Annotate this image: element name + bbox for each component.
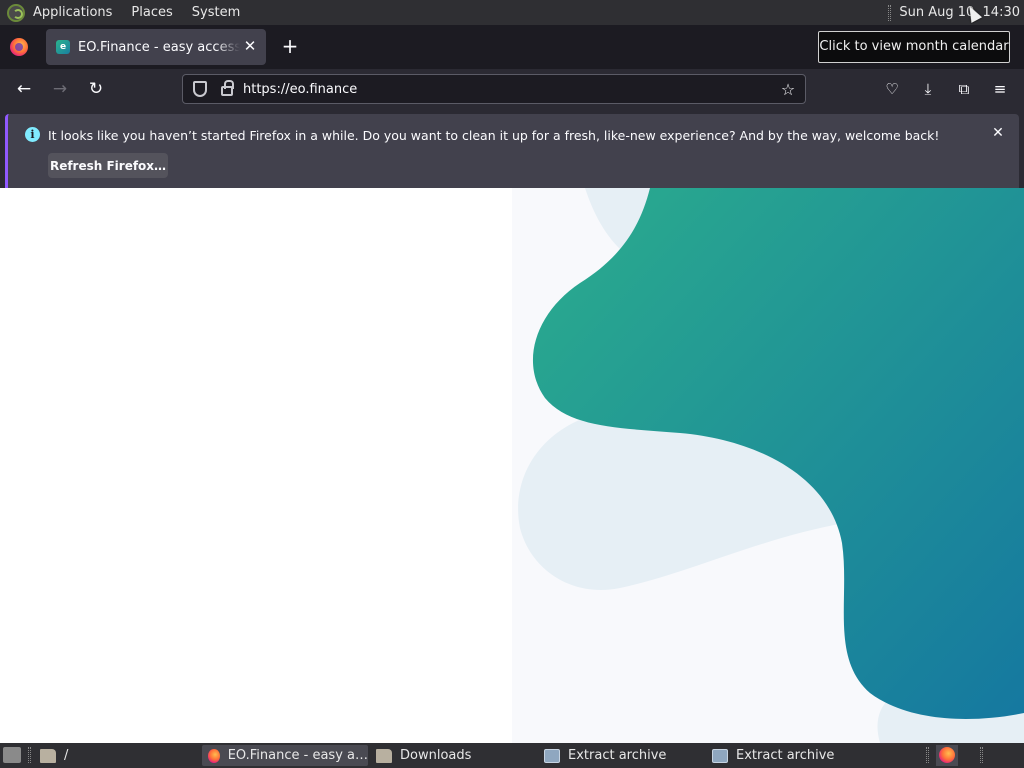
archive-icon <box>712 748 728 763</box>
tab-eo-finance[interactable]: e EO.Finance - easy access to ✕ <box>46 29 266 65</box>
task-label: Extract archive <box>736 748 835 763</box>
page-content <box>0 188 1024 743</box>
bottom-taskbar: / EO.Finance - easy a… Downloads Extract… <box>0 743 1024 768</box>
task-downloads[interactable]: Downloads <box>370 745 536 766</box>
decorative-blob-graphic <box>512 188 1024 743</box>
menu-system[interactable]: System <box>192 5 240 20</box>
reload-button[interactable]: ↻ <box>84 77 108 101</box>
task-label: Extract archive <box>568 748 667 763</box>
forward-button[interactable]: → <box>48 77 72 101</box>
tray-handle-right[interactable] <box>980 747 983 763</box>
bookmark-star-icon[interactable]: ☆ <box>777 80 799 99</box>
firefox-icon <box>208 748 220 763</box>
task-label: / <box>64 748 69 763</box>
pocket-icon[interactable]: ♡ <box>880 77 904 101</box>
refresh-notification: i It looks like you haven’t started Fire… <box>5 114 1019 190</box>
eo-finance-favicon-icon: e <box>56 40 70 54</box>
task-extract-archive-2[interactable]: Extract archive <box>706 745 872 766</box>
menu-applications[interactable]: Applications <box>33 5 112 20</box>
notification-message: It looks like you haven’t started Firefo… <box>48 128 940 143</box>
notification-close-icon[interactable]: ✕ <box>989 124 1007 142</box>
show-desktop-icon[interactable] <box>3 747 21 763</box>
tab-close-icon[interactable]: ✕ <box>242 38 258 54</box>
tray-handle[interactable] <box>926 747 929 763</box>
firefox-view-icon[interactable] <box>10 38 28 56</box>
folder-icon <box>40 748 56 763</box>
folder-icon <box>376 748 392 763</box>
notification-area: i It looks like you haven’t started Fire… <box>0 109 1024 190</box>
top-panel: Applications Places System Sun Aug 10, 1… <box>0 0 1024 25</box>
distro-logo-icon[interactable] <box>7 3 25 22</box>
calendar-tooltip: Click to view month calendar <box>818 31 1010 63</box>
task-label: EO.Finance - easy a… <box>227 748 368 763</box>
archive-icon <box>544 748 560 763</box>
nav-toolbar: ← → ↻ ☆ ♡ ⤓ ⧉ ≡ <box>0 69 1024 109</box>
task-firefox[interactable]: EO.Finance - easy a… <box>202 745 368 766</box>
panel-clock[interactable]: Sun Aug 10, 14:30 <box>899 5 1020 20</box>
task-file-browser-root[interactable]: / <box>34 745 194 766</box>
info-icon: i <box>25 127 40 142</box>
task-extract-archive-1[interactable]: Extract archive <box>538 745 704 766</box>
downloads-icon[interactable]: ⤓ <box>916 77 940 101</box>
url-bar[interactable]: ☆ <box>182 74 806 104</box>
tab-title: EO.Finance - easy access to <box>78 39 240 55</box>
tracking-protection-shield-icon[interactable] <box>193 81 207 97</box>
new-tab-button[interactable]: + <box>280 36 300 57</box>
task-label: Downloads <box>400 748 472 763</box>
panel-handle[interactable] <box>888 4 892 21</box>
menu-places[interactable]: Places <box>131 5 172 20</box>
hamburger-menu-icon[interactable]: ≡ <box>988 77 1012 101</box>
back-button[interactable]: ← <box>12 77 36 101</box>
tray-firefox[interactable] <box>936 745 958 766</box>
url-input[interactable] <box>243 81 777 97</box>
lock-icon[interactable] <box>221 80 234 96</box>
firefox-tray-icon <box>939 747 955 763</box>
extensions-icon[interactable]: ⧉ <box>952 77 976 101</box>
refresh-firefox-button[interactable]: Refresh Firefox… <box>48 153 168 178</box>
taskbar-handle[interactable] <box>28 747 31 763</box>
